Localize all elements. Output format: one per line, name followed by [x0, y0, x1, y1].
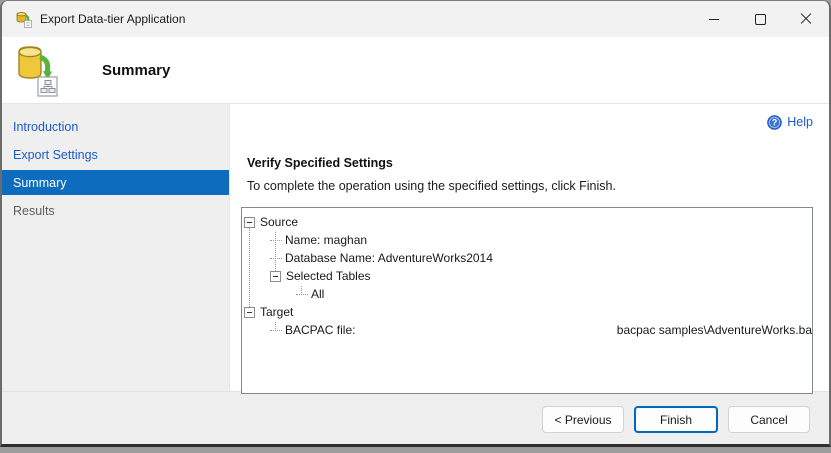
tree-item-label: Name: maghan	[285, 233, 368, 247]
help-link[interactable]: Help	[787, 115, 813, 129]
maximize-icon	[754, 13, 766, 25]
tree-item-label: Source	[260, 215, 299, 229]
tree-item-database-name[interactable]: Database Name: AdventureWorks2014	[242, 249, 812, 267]
tree-item-label: All	[311, 287, 325, 301]
title-bar: Export Data-tier Application	[2, 1, 829, 37]
tree-connector	[270, 239, 282, 241]
sidebar-item-export-settings[interactable]: Export Settings	[2, 142, 229, 167]
collapse-icon[interactable]	[270, 270, 281, 282]
sidebar-item-introduction[interactable]: Introduction	[2, 114, 229, 139]
maximize-button[interactable]	[737, 1, 783, 37]
cancel-button[interactable]: Cancel	[728, 406, 810, 433]
window-title: Export Data-tier Application	[40, 12, 186, 26]
svg-text:?: ?	[772, 117, 778, 127]
wizard-steps-sidebar: Introduction Export Settings Summary Res…	[2, 104, 230, 391]
database-export-summary-icon	[18, 46, 58, 97]
minimize-button[interactable]	[691, 1, 737, 37]
sidebar-item-summary[interactable]: Summary	[2, 170, 229, 195]
tree-item-target[interactable]: Target	[242, 303, 812, 321]
collapse-icon[interactable]	[244, 216, 255, 228]
tree-item-bacpac-file[interactable]: BACPAC file: bacpac samples\AdventureWor…	[242, 321, 812, 339]
wizard-header: Summary	[2, 37, 829, 104]
tree-connector	[270, 329, 282, 331]
sidebar-item-results: Results	[13, 203, 55, 218]
finish-button[interactable]: Finish	[634, 406, 718, 433]
tree-item-label: Database Name: AdventureWorks2014	[285, 251, 493, 265]
bacpac-file-path: bacpac samples\AdventureWorks.ba	[616, 323, 812, 337]
tree-connector	[270, 257, 282, 259]
tree-item-selected-tables[interactable]: Selected Tables	[242, 267, 812, 285]
database-export-icon	[16, 12, 32, 28]
window-controls	[691, 1, 829, 37]
section-title: Verify Specified Settings	[247, 156, 393, 170]
export-data-tier-application-dialog: Export Data-tier Application Summary Int…	[0, 0, 831, 447]
help-circle-icon: ?	[767, 114, 783, 130]
page-title: Summary	[102, 61, 171, 79]
instruction-text: To complete the operation using the spec…	[247, 179, 616, 193]
tree-item-label: Target	[260, 305, 294, 319]
tree-item-label: Selected Tables	[286, 269, 371, 283]
tree-item-all[interactable]: All	[242, 285, 812, 303]
summary-panel: ? Help Verify Specified Settings To comp…	[230, 104, 829, 394]
tree-item-name[interactable]: Name: maghan	[242, 231, 812, 249]
tree-item-label: BACPAC file:	[285, 323, 356, 337]
tree-connector	[296, 293, 308, 295]
collapse-icon[interactable]	[244, 306, 255, 318]
tree-item-source[interactable]: Source	[242, 213, 812, 231]
settings-tree: Source Name: maghan Database Name: Adven…	[241, 207, 813, 394]
dialog-footer: < Previous Finish Cancel	[2, 391, 829, 444]
minimize-icon	[709, 18, 719, 20]
close-button[interactable]	[783, 1, 829, 37]
close-icon	[800, 13, 812, 25]
previous-button[interactable]: < Previous	[542, 406, 624, 433]
